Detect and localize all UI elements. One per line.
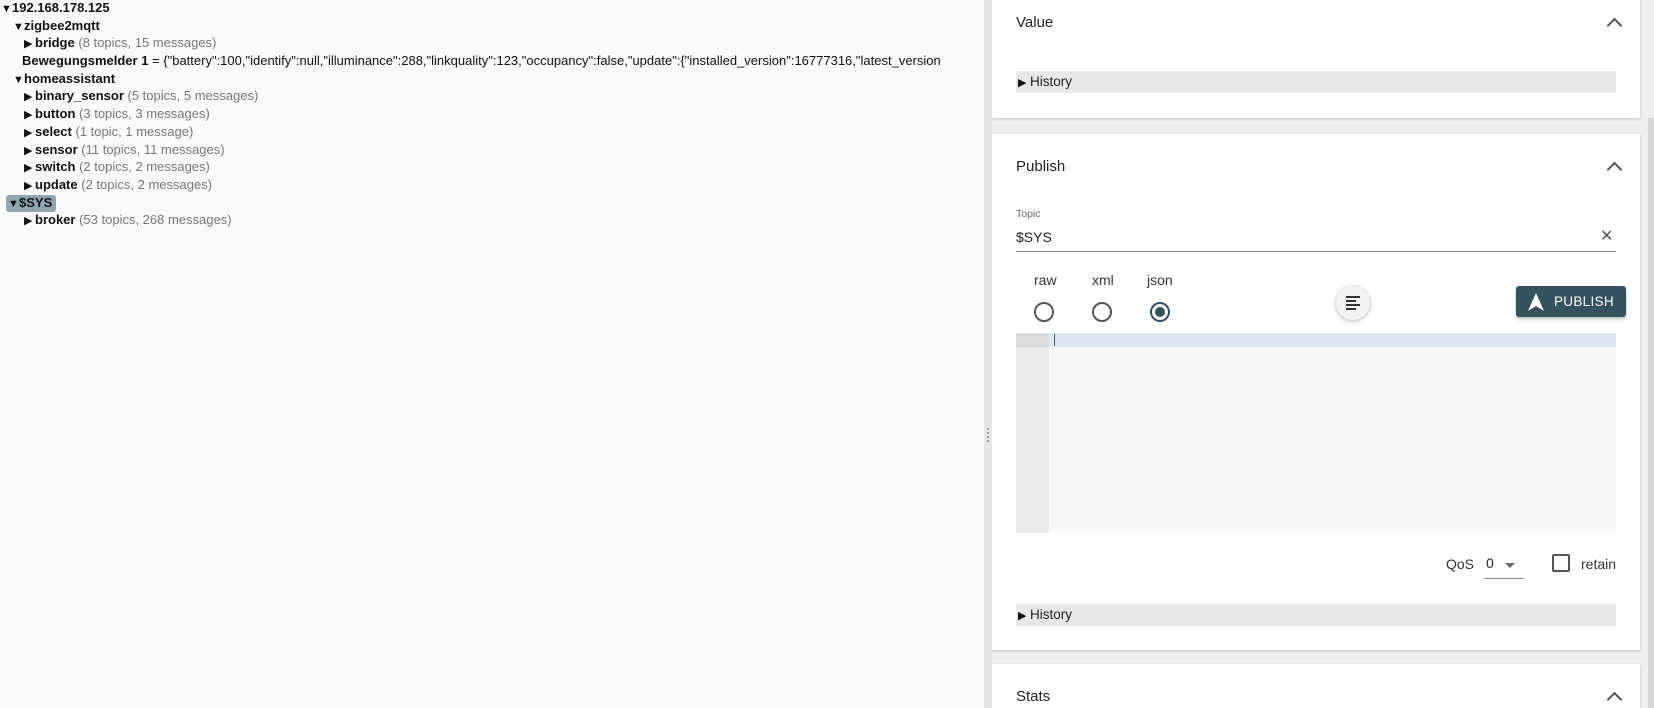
format-xml-label: xml — [1092, 272, 1114, 288]
tree-node-zigbee2mqtt[interactable]: ▼zigbee2mqtt — [0, 17, 984, 35]
expanded-triangle-icon: ▼ — [8, 197, 19, 210]
topic-underline — [1016, 251, 1616, 252]
detail-panel: Value ▶History Publish Topic ✕ raw xml j… — [992, 0, 1654, 708]
dropdown-caret-icon[interactable] — [1505, 563, 1515, 568]
collapsed-triangle-icon: ▶ — [1018, 77, 1027, 89]
navigation-arrow-icon — [1528, 292, 1544, 311]
topic-tree: ▼192.168.178.125 ▼zigbee2mqtt ▶ bridge (8… — [0, 0, 984, 708]
format-code-button[interactable] — [1336, 286, 1370, 320]
publish-button[interactable]: PUBLISH — [1516, 286, 1626, 317]
clear-icon[interactable]: ✕ — [1600, 229, 1613, 245]
retain-label: retain — [1581, 556, 1617, 572]
stats-title: Stats — [1016, 688, 1051, 705]
tree-node-bewegungsmelder-1[interactable]: Bewegungsmelder 1 = {"battery":100,"iden… — [0, 52, 984, 70]
publish-history-toggle[interactable]: ▶ History — [1016, 604, 1616, 626]
scrollbar[interactable] — [1648, 118, 1654, 708]
editor-gutter — [1016, 333, 1049, 533]
topic-input[interactable] — [1016, 226, 1584, 248]
topic-label: Topic — [1016, 208, 1041, 220]
tree-node-sys[interactable]: ▼$SYS — [0, 194, 984, 212]
text-cursor — [1054, 334, 1055, 346]
tree-node-select[interactable]: ▶ select (1 topic, 1 message) — [0, 123, 984, 141]
message-editor[interactable] — [1016, 333, 1616, 533]
value-history-toggle[interactable]: ▶ History — [1016, 71, 1616, 93]
stats-card: Stats — [992, 664, 1640, 708]
drag-handle-icon — [987, 428, 991, 442]
tree-node-binary-sensor[interactable]: ▶ binary_sensor (5 topics, 5 messages) — [0, 87, 984, 105]
retain-checkbox[interactable] — [1552, 554, 1570, 572]
chevron-up-icon[interactable] — [1606, 17, 1623, 34]
chevron-up-icon[interactable] — [1606, 161, 1623, 178]
tree-node-bridge[interactable]: ▶ bridge (8 topics, 15 messages) — [0, 34, 984, 52]
tree-node-button[interactable]: ▶ button (3 topics, 3 messages) — [0, 105, 984, 123]
tree-node-homeassistant[interactable]: ▼homeassistant — [0, 70, 984, 88]
collapsed-triangle-icon: ▶ — [24, 215, 33, 228]
tree-node-sensor[interactable]: ▶ sensor (11 topics, 11 messages) — [0, 141, 984, 159]
collapsed-triangle-icon: ▶ — [1018, 610, 1027, 622]
pane-splitter[interactable] — [984, 0, 992, 708]
topic-value-preview: = {"battery":100,"identify":null,"illumi… — [148, 53, 941, 69]
tree-node-root[interactable]: ▼192.168.178.125 — [0, 0, 984, 17]
qos-label: QoS — [1446, 556, 1475, 572]
selected-node-highlight: ▼$SYS — [6, 194, 57, 212]
chevron-up-icon[interactable] — [1606, 691, 1623, 708]
publish-title: Publish — [1016, 158, 1066, 175]
value-title: Value — [1016, 14, 1054, 31]
format-raw-radio[interactable] — [1034, 302, 1054, 322]
align-left-icon — [1346, 296, 1360, 298]
format-json-radio[interactable] — [1150, 302, 1170, 322]
qos-select[interactable]: 0 — [1486, 555, 1494, 571]
format-raw-label: raw — [1034, 272, 1057, 288]
format-xml-radio[interactable] — [1092, 302, 1112, 322]
tree-node-update[interactable]: ▶ update (2 topics, 2 messages) — [0, 176, 984, 194]
format-json-label: json — [1147, 272, 1173, 288]
editor-active-line — [1049, 333, 1616, 347]
value-card: Value ▶ History — [992, 0, 1640, 118]
tree-node-switch[interactable]: ▶ switch (2 topics, 2 messages) — [0, 158, 984, 176]
tree-node-broker[interactable]: ▶ broker (53 topics, 268 messages) — [0, 211, 984, 229]
